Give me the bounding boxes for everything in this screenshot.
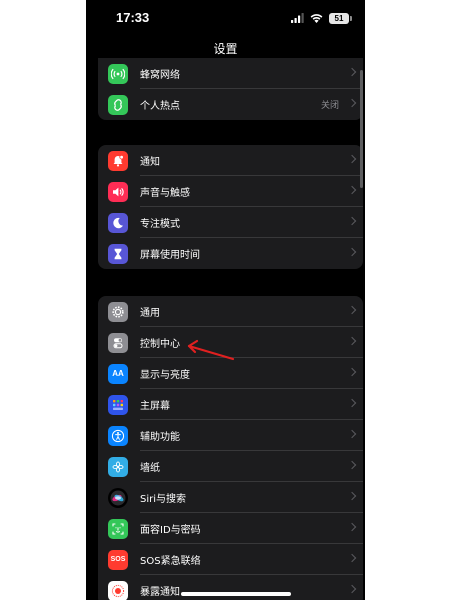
chevron-right-icon bbox=[347, 584, 357, 594]
chevron-right-icon bbox=[347, 67, 357, 77]
settings-row-label: SOS紧急联络 bbox=[140, 556, 201, 567]
chevron-right-icon bbox=[347, 367, 357, 377]
accessibility-icon bbox=[108, 425, 128, 446]
settings-row-sos[interactable]: SOS SOS紧急联络 bbox=[98, 544, 363, 575]
bell-icon bbox=[108, 150, 128, 171]
wifi-icon bbox=[310, 13, 323, 23]
settings-row-label: 屏幕使用时间 bbox=[140, 250, 200, 261]
settings-row-label: 声音与触感 bbox=[140, 188, 190, 199]
settings-row-label: 辅助功能 bbox=[140, 432, 180, 443]
settings-row-label: 暴露通知 bbox=[140, 587, 180, 598]
hourglass-icon bbox=[108, 243, 128, 264]
display-icon: AA bbox=[108, 363, 128, 384]
chevron-right-icon bbox=[347, 460, 357, 470]
settings-row-label: 控制中心 bbox=[140, 339, 180, 350]
chevron-right-icon bbox=[347, 429, 357, 439]
settings-row-label: 通知 bbox=[140, 157, 160, 168]
scrollbar[interactable] bbox=[360, 70, 363, 188]
settings-row-label: 显示与亮度 bbox=[140, 370, 190, 381]
chevron-right-icon bbox=[347, 522, 357, 532]
settings-row-label: 墙纸 bbox=[140, 463, 160, 474]
chevron-right-icon bbox=[347, 398, 357, 408]
cellular-icon bbox=[108, 63, 128, 84]
settings-row-cellular[interactable]: 蜂窝网络 bbox=[98, 58, 363, 89]
chevron-right-icon bbox=[347, 247, 357, 257]
moon-icon bbox=[108, 212, 128, 233]
toggles-icon bbox=[108, 332, 128, 353]
settings-row-home-screen[interactable]: 主屏幕 bbox=[98, 389, 363, 420]
settings-row-label: 面容ID与密码 bbox=[140, 525, 201, 536]
siri-icon bbox=[108, 487, 128, 508]
sos-icon: SOS bbox=[108, 549, 128, 570]
chevron-right-icon bbox=[347, 154, 357, 164]
settings-row-label: Siri与搜索 bbox=[140, 494, 187, 505]
settings-row-sounds[interactable]: 声音与触感 bbox=[98, 176, 363, 207]
hotspot-status-value: 关闭 bbox=[320, 101, 339, 111]
settings-row-wallpaper[interactable]: 墙纸 bbox=[98, 451, 363, 482]
settings-row-label: 专注模式 bbox=[140, 219, 180, 230]
status-icons: 51 bbox=[291, 11, 352, 25]
exposure-icon bbox=[108, 580, 128, 600]
chevron-right-icon bbox=[347, 336, 357, 346]
phone-screen: 17:33 51 设置 蜂窝网络 个人热点 关闭 通知 声音与触感 专注模式 屏… bbox=[86, 0, 365, 600]
settings-row-display[interactable]: AA 显示与亮度 bbox=[98, 358, 363, 389]
chevron-right-icon bbox=[347, 491, 357, 501]
chevron-right-icon bbox=[347, 553, 357, 563]
settings-row-label: 通用 bbox=[140, 308, 160, 319]
settings-group-general: 通用 控制中心 AA 显示与亮度 主屏幕 辅助功能 墙纸 Siri与搜索 面容I… bbox=[98, 296, 363, 600]
status-bar: 17:33 51 bbox=[86, 0, 365, 36]
settings-row-accessibility[interactable]: 辅助功能 bbox=[98, 420, 363, 451]
settings-row-control-center[interactable]: 控制中心 bbox=[98, 327, 363, 358]
home-screen-icon bbox=[108, 394, 128, 415]
hotspot-icon bbox=[108, 94, 128, 115]
status-time: 17:33 bbox=[116, 10, 150, 25]
chevron-right-icon bbox=[347, 305, 357, 315]
speaker-icon bbox=[108, 181, 128, 202]
settings-row-label: 个人热点 bbox=[140, 101, 180, 112]
battery-icon: 51 bbox=[329, 12, 352, 24]
settings-row-siri[interactable]: Siri与搜索 bbox=[98, 482, 363, 513]
chevron-right-icon bbox=[347, 98, 357, 108]
wallpaper-icon bbox=[108, 456, 128, 477]
settings-row-label: 蜂窝网络 bbox=[140, 70, 180, 81]
chevron-right-icon bbox=[347, 185, 357, 195]
settings-row-label: 主屏幕 bbox=[140, 401, 170, 412]
settings-group-notifications: 通知 声音与触感 专注模式 屏幕使用时间 bbox=[98, 145, 363, 269]
settings-row-screen-time[interactable]: 屏幕使用时间 bbox=[98, 238, 363, 269]
gear-icon bbox=[108, 301, 128, 322]
settings-group-network: 蜂窝网络 个人热点 关闭 bbox=[98, 58, 363, 120]
settings-row-general[interactable]: 通用 bbox=[98, 296, 363, 327]
signal-icon bbox=[291, 13, 304, 23]
home-indicator bbox=[181, 592, 291, 596]
settings-row-face-id[interactable]: 面容ID与密码 bbox=[98, 513, 363, 544]
settings-row-focus[interactable]: 专注模式 bbox=[98, 207, 363, 238]
settings-row-hotspot[interactable]: 个人热点 关闭 bbox=[98, 89, 363, 120]
chevron-right-icon bbox=[347, 216, 357, 226]
page-title: 设置 bbox=[213, 42, 238, 56]
settings-row-notifications[interactable]: 通知 bbox=[98, 145, 363, 176]
face-id-icon bbox=[108, 518, 128, 539]
settings-row-exposure[interactable]: 暴露通知 bbox=[98, 575, 363, 600]
